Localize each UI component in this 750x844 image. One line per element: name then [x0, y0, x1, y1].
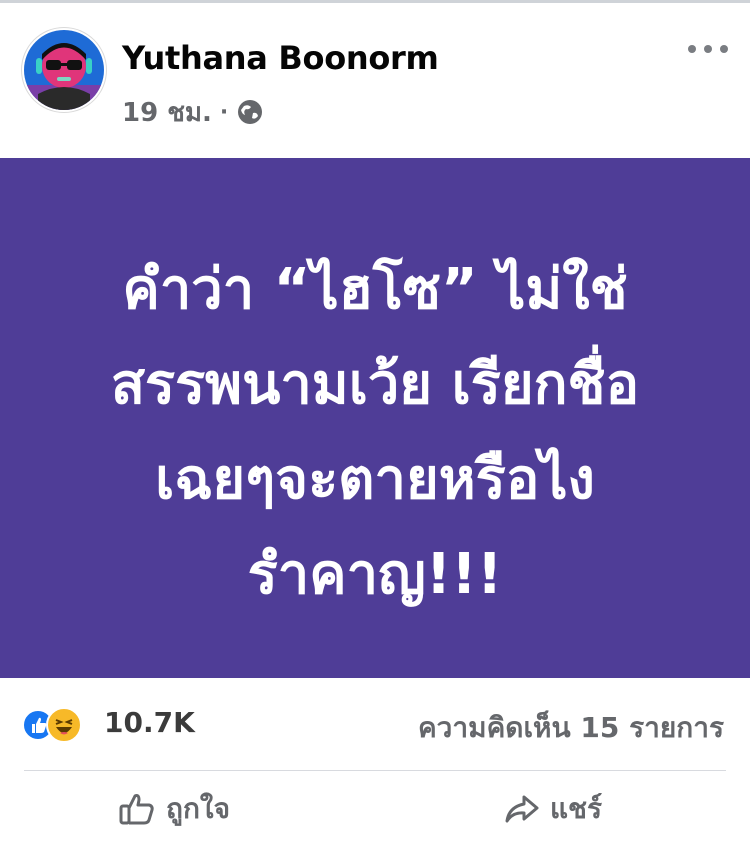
more-dot — [704, 45, 712, 53]
reactions-bar: 10.7K ความคิดเห็น 15 รายการ — [0, 680, 750, 770]
share-button[interactable]: แชร์ — [504, 787, 602, 831]
post-header: Yuthana Boonorm 19 ชม. · — [0, 3, 750, 158]
post-time[interactable]: 19 ชม. — [122, 92, 212, 133]
post-meta: 19 ชม. · — [122, 95, 264, 129]
more-icon[interactable] — [688, 37, 728, 61]
post-text-line: สรรพนามเว้ย เรียกชื่อ — [110, 352, 640, 417]
haha-reaction-icon — [46, 707, 82, 743]
post-text-line: รำคาญ!!! — [247, 542, 503, 607]
meta-separator: · — [219, 99, 229, 125]
post-text-line: คำว่า “ไฮโซ” ไม่ใช่ — [122, 257, 628, 322]
share-label: แชร์ — [550, 792, 603, 825]
author-name[interactable]: Yuthana Boonorm — [122, 39, 439, 77]
like-button[interactable]: ถูกใจ — [118, 787, 230, 831]
more-dot — [688, 45, 696, 53]
comment-count[interactable]: ความคิดเห็น 15 รายการ — [418, 706, 724, 750]
share-arrow-icon — [505, 795, 539, 823]
thumbs-up-icon — [119, 794, 154, 825]
reaction-icons[interactable] — [22, 707, 92, 743]
more-dot — [720, 45, 728, 53]
post-actions: ถูกใจ แชร์ — [0, 771, 750, 844]
post-text-line: เฉยๆจะตายหรือไง — [155, 447, 595, 512]
avatar-image — [24, 30, 104, 110]
like-label: ถูกใจ — [166, 792, 230, 825]
post-text-card[interactable]: คำว่า “ไฮโซ” ไม่ใช่ สรรพนามเว้ย เรียกชื่… — [0, 158, 750, 678]
globe-icon — [238, 100, 263, 124]
reaction-count[interactable]: 10.7K — [104, 706, 195, 739]
avatar[interactable] — [24, 30, 104, 110]
